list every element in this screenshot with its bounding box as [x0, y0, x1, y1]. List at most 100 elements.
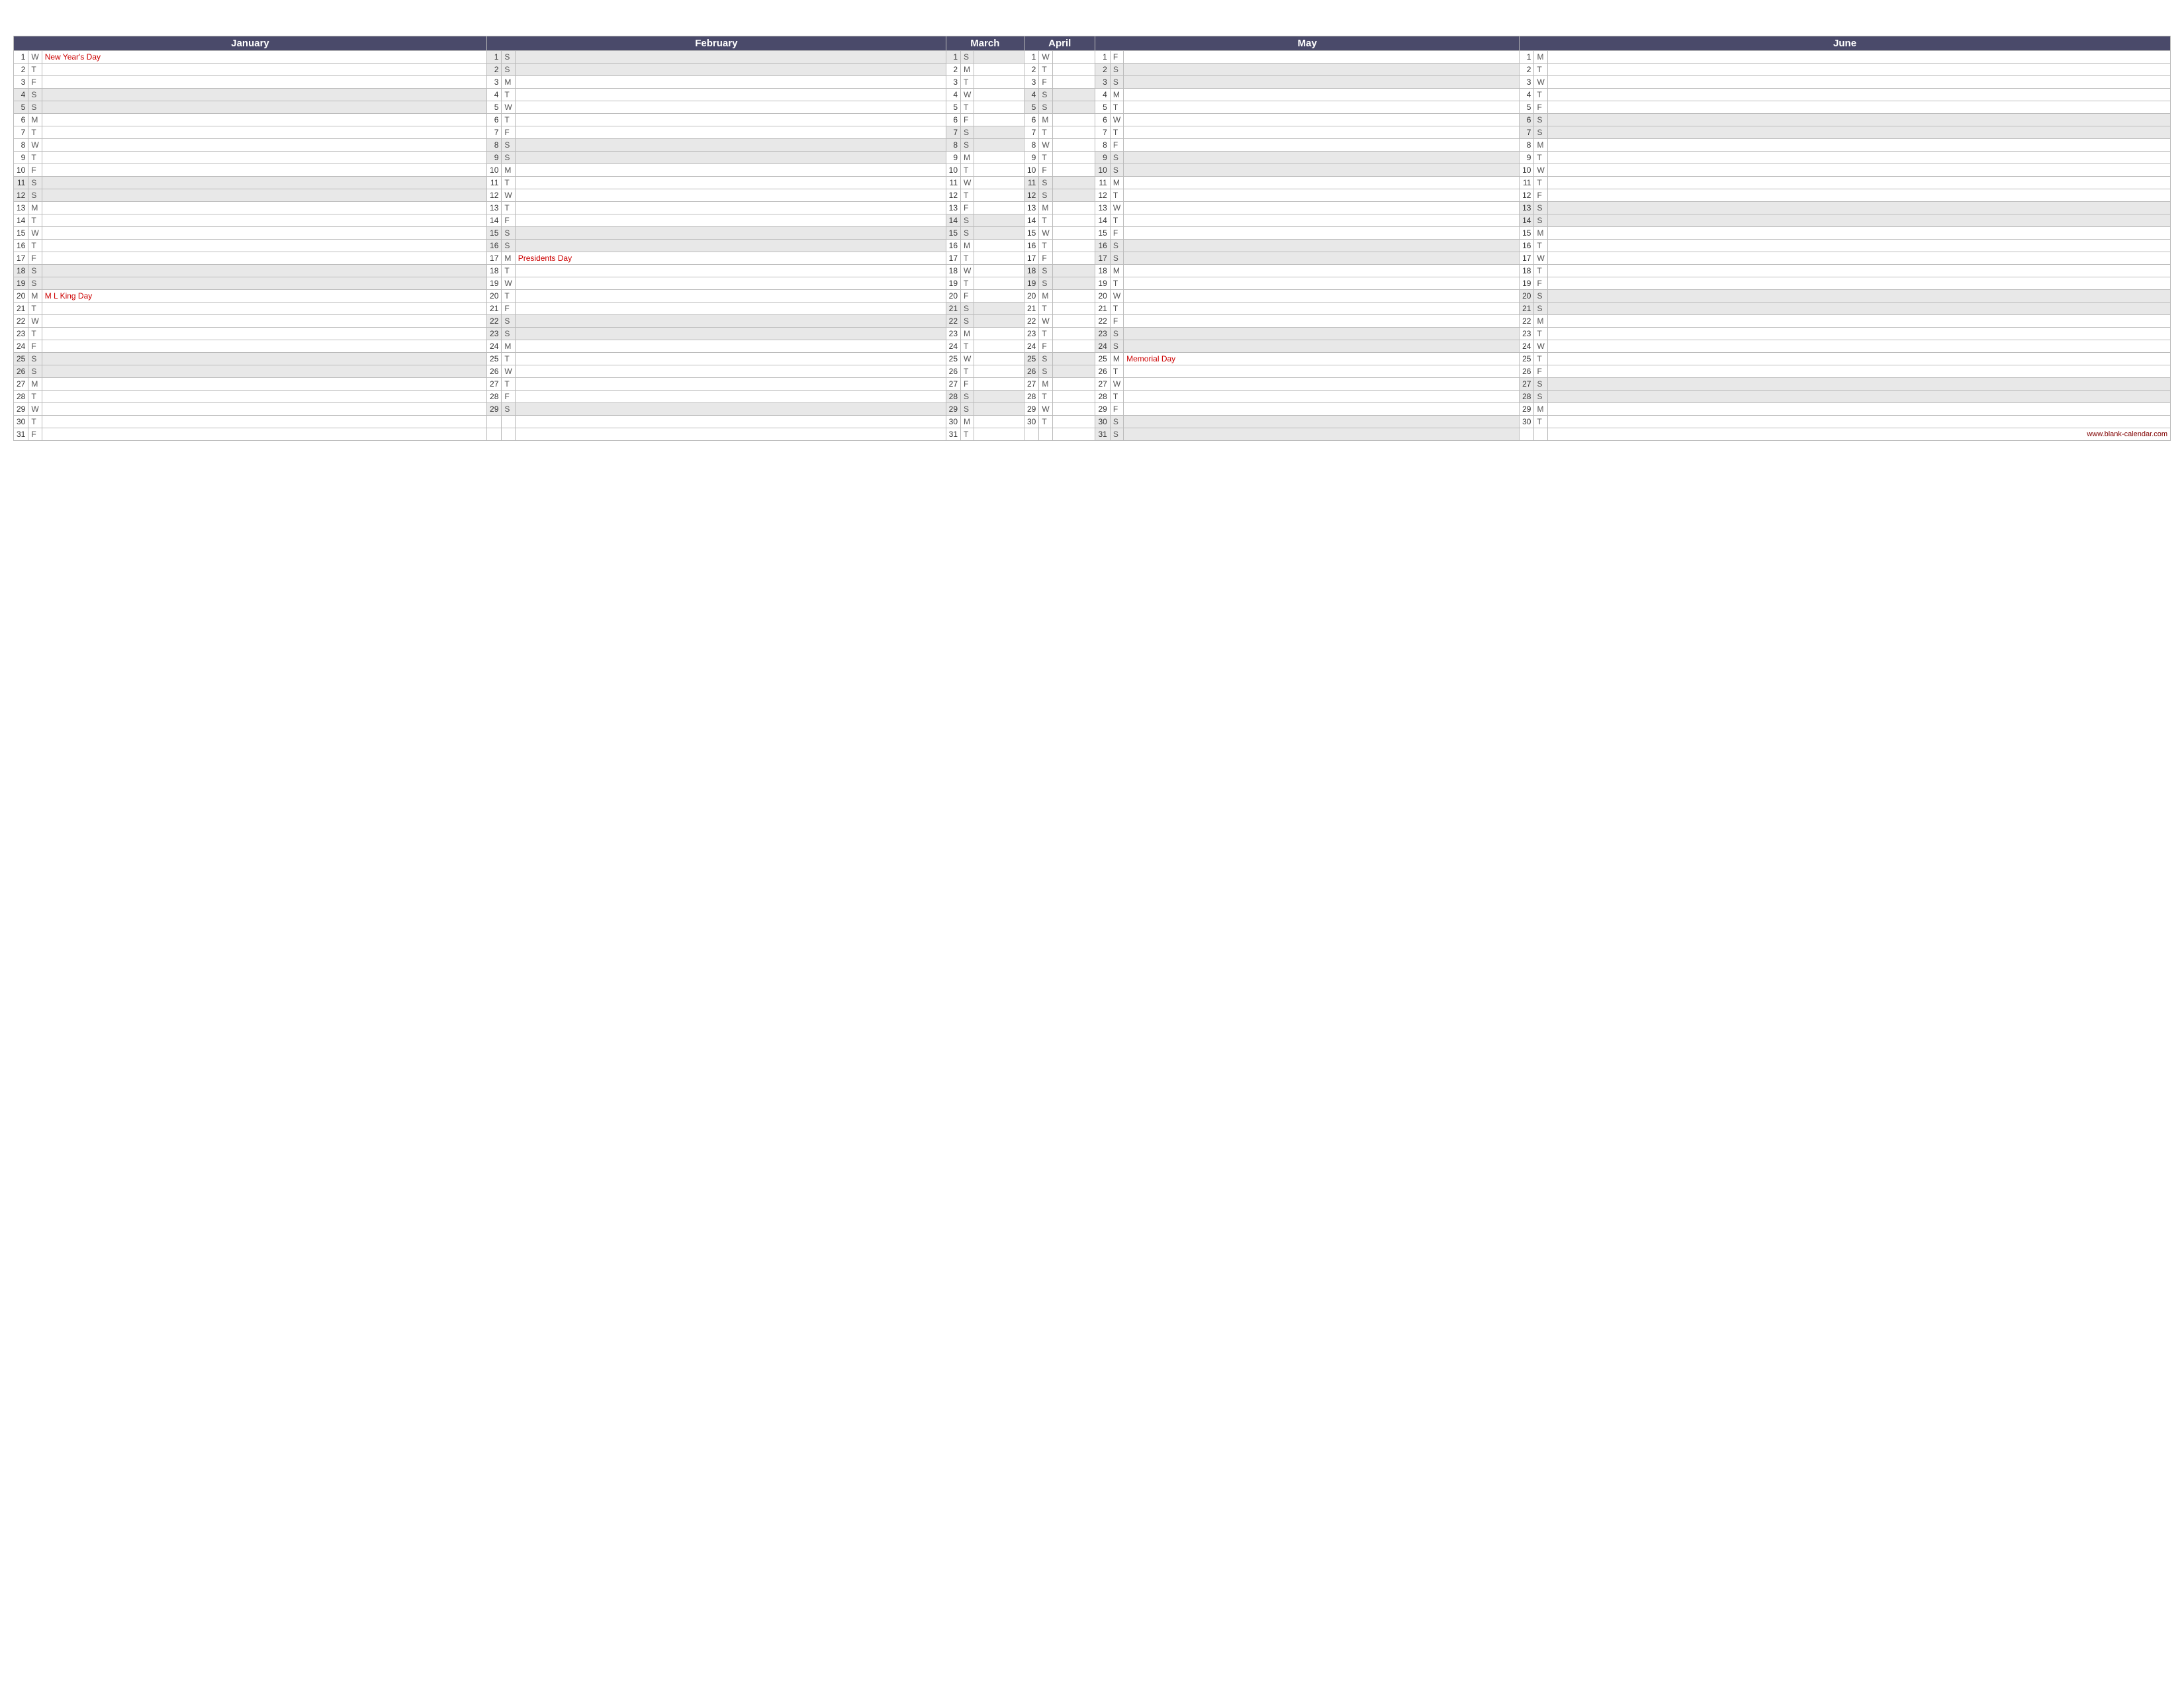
day-number: 5 [1024, 101, 1038, 114]
day-number: 11 [946, 177, 960, 189]
day-letter: M [1110, 177, 1123, 189]
day-number: 6 [946, 114, 960, 126]
day-number: 1 [946, 51, 960, 64]
day-number: 3 [14, 76, 28, 89]
holiday-empty [515, 391, 946, 403]
empty-cell [502, 428, 515, 441]
holiday-empty [1052, 328, 1095, 340]
holiday-empty [1052, 303, 1095, 315]
day-letter: M [961, 64, 974, 76]
day-number: 20 [14, 290, 28, 303]
holiday-empty [1124, 365, 1520, 378]
day-number: 9 [1520, 152, 1534, 164]
empty-cell [1052, 428, 1095, 441]
holiday-empty [974, 76, 1024, 89]
day-number: 26 [1024, 365, 1038, 378]
day-number: 26 [946, 365, 960, 378]
day-letter: T [1110, 214, 1123, 227]
holiday-empty [1052, 214, 1095, 227]
day-letter: W [1039, 51, 1052, 64]
day-letter: T [1110, 303, 1123, 315]
day-letter: T [502, 353, 515, 365]
day-number: 29 [14, 403, 28, 416]
day-letter: F [1039, 340, 1052, 353]
day-number: 1 [1520, 51, 1534, 64]
holiday-empty [1547, 101, 2170, 114]
day-number: 17 [1095, 252, 1110, 265]
day-letter: T [502, 177, 515, 189]
day-number: 6 [487, 114, 502, 126]
day-letter: S [1534, 391, 1547, 403]
holiday-empty [42, 139, 486, 152]
holiday-empty [1124, 101, 1520, 114]
website-link: www.blank-calendar.com [1547, 428, 2170, 441]
day-number: 26 [14, 365, 28, 378]
holiday-empty [974, 403, 1024, 416]
day-number: 27 [14, 378, 28, 391]
day-letter: S [961, 51, 974, 64]
day-number: 10 [1520, 164, 1534, 177]
holiday-empty [974, 214, 1024, 227]
day-letter: S [1110, 428, 1123, 441]
holiday-empty [42, 240, 486, 252]
holiday-empty [974, 365, 1024, 378]
day-number: 28 [487, 391, 502, 403]
holiday-empty [1052, 353, 1095, 365]
holiday-empty [974, 340, 1024, 353]
day-number: 14 [1520, 214, 1534, 227]
holiday-empty [515, 240, 946, 252]
day-letter: T [1110, 126, 1123, 139]
holiday-empty [1547, 177, 2170, 189]
day-number: 30 [14, 416, 28, 428]
holiday-empty [974, 227, 1024, 240]
day-number: 28 [1024, 391, 1038, 403]
day-letter: W [961, 89, 974, 101]
day-letter: T [961, 428, 974, 441]
day-number: 2 [487, 64, 502, 76]
holiday-empty [1052, 378, 1095, 391]
day-number: 1 [14, 51, 28, 64]
holiday-empty [974, 353, 1024, 365]
holiday-empty [1052, 277, 1095, 290]
day-number: 21 [1520, 303, 1534, 315]
holiday-empty [1547, 391, 2170, 403]
day-letter: F [1039, 252, 1052, 265]
holiday-empty [1124, 378, 1520, 391]
month-header-march: March [946, 36, 1024, 51]
day-letter: T [961, 277, 974, 290]
holiday-empty [1547, 64, 2170, 76]
day-number: 3 [946, 76, 960, 89]
holiday-empty [515, 51, 946, 64]
holiday-empty [42, 277, 486, 290]
day-letter: S [502, 403, 515, 416]
day-letter: T [1534, 240, 1547, 252]
holiday-empty [1124, 126, 1520, 139]
day-letter: S [961, 227, 974, 240]
day-letter: T [1039, 328, 1052, 340]
day-number: 25 [14, 353, 28, 365]
day-number: 19 [487, 277, 502, 290]
day-number: 3 [487, 76, 502, 89]
day-number: 29 [1024, 403, 1038, 416]
holiday-empty [1547, 89, 2170, 101]
day-number: 9 [14, 152, 28, 164]
day-letter: W [961, 177, 974, 189]
holiday-empty [1547, 51, 2170, 64]
day-number: 13 [487, 202, 502, 214]
day-number: 12 [1095, 189, 1110, 202]
day-number: 16 [1095, 240, 1110, 252]
day-letter: T [1534, 177, 1547, 189]
day-letter: W [1110, 290, 1123, 303]
day-number: 20 [946, 290, 960, 303]
day-number: 7 [1024, 126, 1038, 139]
day-number: 11 [1520, 177, 1534, 189]
day-letter: F [1534, 101, 1547, 114]
holiday-empty [1124, 290, 1520, 303]
day-number: 27 [946, 378, 960, 391]
day-number: 17 [1024, 252, 1038, 265]
holiday-empty [42, 416, 486, 428]
day-letter: F [1039, 164, 1052, 177]
holiday-empty [515, 76, 946, 89]
holiday-empty [1052, 416, 1095, 428]
holiday-empty [515, 378, 946, 391]
